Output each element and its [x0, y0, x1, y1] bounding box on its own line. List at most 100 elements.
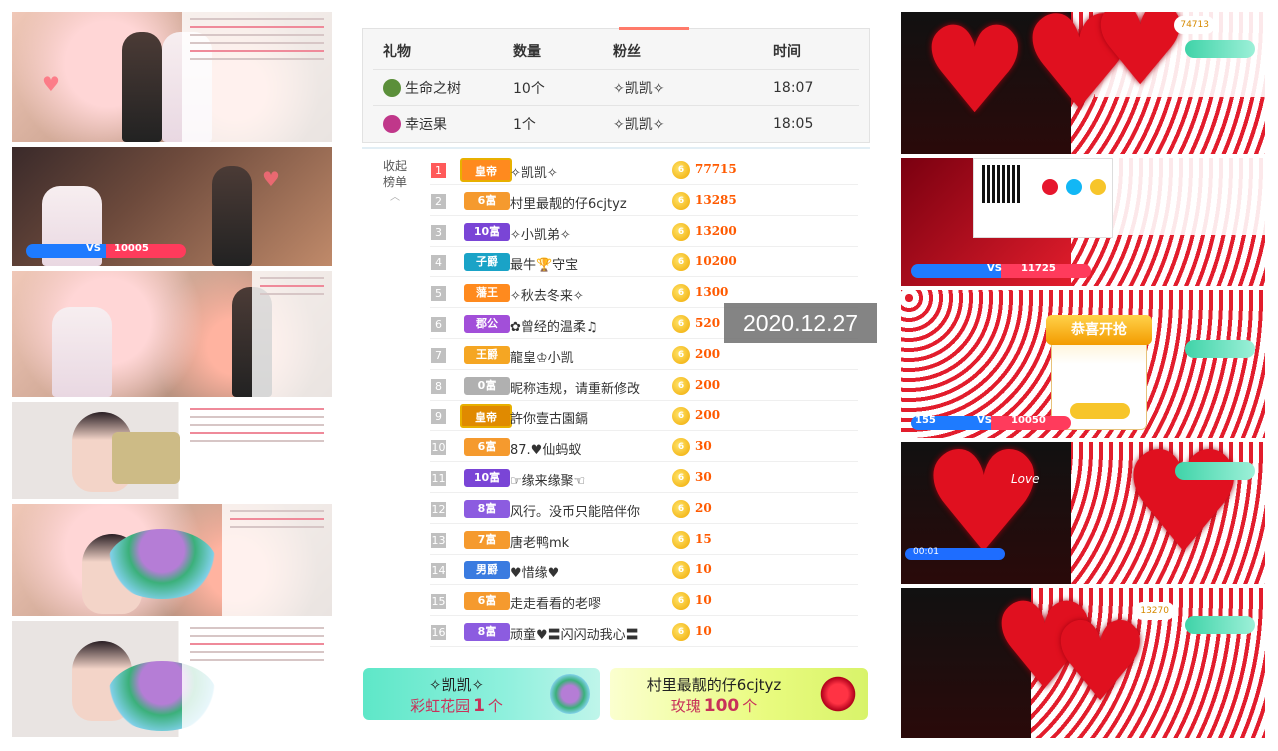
qzone-icon[interactable]: [1090, 179, 1106, 195]
heart-icon: ♥: [42, 72, 60, 96]
fan-nickname[interactable]: ✧秋去冬来✧: [510, 285, 584, 304]
gift-name: 幸运果: [405, 116, 447, 133]
fan-nickname[interactable]: 村里最靓的仔6cjtyz: [510, 193, 627, 212]
gift-row: 幸运果 1个 ✧凯凯✧ 18:05: [373, 105, 859, 141]
fan-nickname[interactable]: 风行。没币只能陪伴你: [510, 501, 640, 520]
gift-qty: 1个: [513, 116, 536, 133]
ranking-row: 10 6富 87.♥仙蚂蚁 6 30: [430, 433, 858, 463]
tree-of-life-icon: [383, 78, 401, 97]
header-fan: 粉丝: [613, 44, 641, 60]
rank-badge: 皇帝: [460, 158, 512, 182]
rank-number: 1: [431, 163, 446, 178]
fan-nickname[interactable]: ♥惜缘♥: [510, 562, 559, 581]
coin-icon: 6: [672, 499, 690, 518]
pk-score: 10005: [114, 243, 149, 254]
fan-nickname[interactable]: 許你壹古園鎘: [510, 408, 588, 427]
rank-badge: 王爵: [464, 345, 510, 364]
rank-number: 11: [431, 471, 446, 486]
stream-panel-love-hearts: ♥ ♥ Love 00:01: [901, 442, 1265, 584]
pk-score: 10050: [1011, 415, 1046, 426]
stream-panel-hearts-1: ♥ ♥ ♥ 74713: [901, 12, 1265, 154]
qq-icon[interactable]: [1066, 179, 1082, 195]
rank-number: 10: [431, 440, 446, 456]
rose-icon: [818, 674, 858, 714]
rank-number: 4: [431, 255, 446, 271]
fan-nickname[interactable]: ✿曾经的温柔♫: [510, 316, 598, 335]
rank-badge: 郡公: [464, 315, 510, 333]
rank-badge: 0富: [464, 376, 510, 395]
love-label: Love: [1011, 472, 1040, 486]
rank-number: 5: [431, 286, 446, 302]
coin-icon: 6: [672, 222, 690, 241]
jeep-gift-effect: [112, 432, 180, 484]
coin-icon: 6: [672, 161, 690, 179]
fan-nickname[interactable]: 昵称违规，请重新修改: [510, 378, 640, 397]
coin-icon: 6: [672, 191, 690, 210]
stream-panel-camera-2: [12, 621, 332, 738]
ranking-row: 2 6富 村里最靓的仔6cjtyz 6 13285: [430, 187, 858, 216]
rank-badge: 男爵: [464, 561, 510, 580]
collapse-ranking-button[interactable]: 收起 榜单 ︿: [375, 158, 415, 206]
rank-number: 14: [431, 563, 446, 579]
header-gift: 礼物: [383, 44, 411, 60]
fan-nickname[interactable]: 走走看看的老嘐: [510, 593, 601, 612]
fan-nickname[interactable]: 87.♥仙蚂蚁: [510, 439, 581, 458]
rank-badge: 10富: [464, 469, 510, 487]
share-popup: [973, 158, 1113, 238]
rank-number: 2: [431, 193, 446, 209]
weibo-icon[interactable]: [1042, 179, 1058, 195]
coin-icon: 6: [672, 438, 690, 457]
fan-nickname[interactable]: 唐老鸭mk: [510, 532, 569, 551]
contribution-value: 13285: [695, 192, 737, 207]
fan-nickname[interactable]: 最牛🏆守宝: [510, 254, 578, 273]
contribution-value: 13200: [695, 223, 737, 238]
stream-panel-wedding: ♥: [12, 12, 332, 143]
rank-number: 8: [431, 378, 446, 394]
date-overlay: 2020.12.27: [724, 303, 877, 343]
contribution-value: 15: [695, 531, 712, 546]
contribution-value: 20: [695, 500, 712, 515]
ranking-row: 9 皇帝 許你壹古園鎘 6 200: [430, 402, 858, 432]
gift-pill: [1185, 40, 1255, 58]
stream-panel-wedding-2: [12, 271, 332, 398]
stream-panel-share: VS 11725: [901, 158, 1265, 286]
red-envelope-popup: 恭喜开抢: [1046, 315, 1152, 430]
fan-nickname[interactable]: 龍皇♔小凯: [510, 347, 574, 366]
rank-badge: 8富: [464, 499, 510, 518]
vs-label: VS: [86, 243, 101, 254]
ranking-row: 13 7富 唐老鸭mk 6 15: [430, 526, 858, 555]
contribution-value: 200: [695, 408, 721, 423]
heart-icon: ♥: [262, 167, 280, 191]
vs-label: VS: [987, 263, 1002, 274]
stream-panel-pk: VS 10005 ♥: [12, 147, 332, 267]
coin-icon: 6: [672, 561, 690, 580]
gift-time: 18:07: [773, 79, 814, 96]
avatar-male: [122, 32, 162, 142]
contribution-value: 10: [695, 562, 712, 577]
ranking-row: 4 子爵 最牛🏆守宝 6 10200: [430, 248, 858, 278]
ranking-row: 15 6富 走走看看的老嘐 6 10: [430, 587, 858, 617]
contribution-value: 30: [695, 470, 712, 484]
ranking-row: 12 8富 风行。没币只能陪伴你 6 20: [430, 495, 858, 524]
fan-nickname[interactable]: 顽童♥〓闪闪动我心〓: [510, 624, 639, 643]
banner-sender: ✧凯凯✧: [428, 676, 485, 694]
fan-nickname[interactable]: ✧小凯弟✧: [510, 224, 571, 243]
grab-envelope-button[interactable]: [1070, 403, 1130, 419]
chat-column: [222, 504, 332, 616]
ranking-row: 8 0富 昵称违规，请重新修改 6 200: [430, 372, 858, 401]
gift-pill: [1175, 462, 1255, 480]
fan-nickname[interactable]: ✧凯凯✧: [510, 162, 558, 181]
ranking-row: 11 10富 ☞缘来缘聚☜ 6 30: [430, 464, 858, 493]
rank-number: 3: [431, 224, 446, 240]
coin-icon: 6: [672, 376, 690, 395]
fan-nickname[interactable]: ☞缘来缘聚☜: [510, 470, 585, 489]
rank-number: 7: [431, 347, 446, 363]
rank-number: 13: [431, 532, 446, 548]
stream-panel-garden: [12, 504, 332, 617]
rank-badge: 皇帝: [460, 404, 512, 429]
gift-banner-rainbow-garden: ✧凯凯✧ 彩虹花园 1 个: [363, 668, 600, 720]
popup-title: 恭喜开抢: [1046, 315, 1152, 345]
pk-progress-bar: VS 11725: [911, 263, 1091, 278]
rainbow-garden-icon: [550, 674, 590, 714]
rank-badge: 子爵: [464, 253, 510, 272]
